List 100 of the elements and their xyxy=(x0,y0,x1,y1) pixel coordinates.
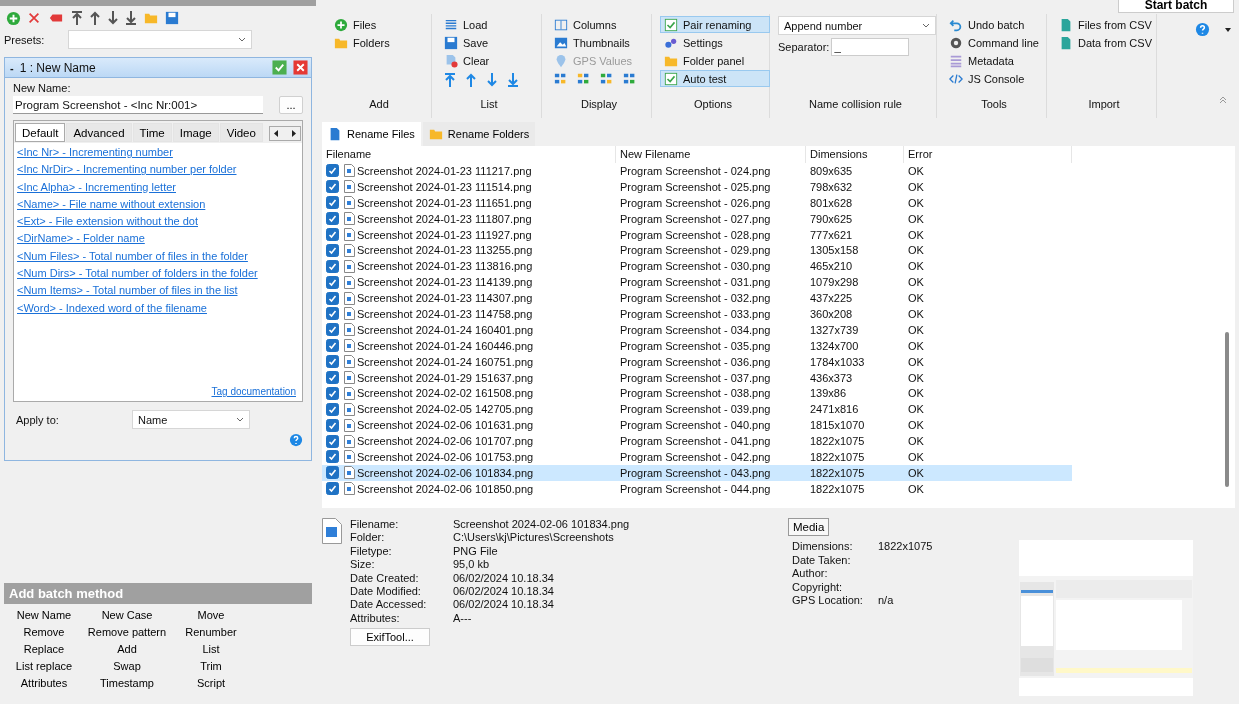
method-item[interactable]: Trim xyxy=(172,659,250,673)
row-checkbox[interactable] xyxy=(326,371,339,384)
tag-link[interactable]: <Inc NrDir> - Incrementing number per folder xyxy=(17,161,299,179)
file-row[interactable]: Screenshot 2024-01-23 113816.png Program Screenshot - 030.png 465x210 OK xyxy=(322,258,1072,275)
tab[interactable]: Advanced xyxy=(66,123,132,142)
method-item[interactable]: Remove xyxy=(6,625,82,639)
file-row[interactable]: Screenshot 2024-02-05 142705.png Program Screenshot - 039.png 2471x816 OK xyxy=(322,401,1072,418)
start-batch-button[interactable]: Start batch xyxy=(1118,0,1234,13)
ribbon-button[interactable]: Folder panel xyxy=(660,52,749,69)
file-row[interactable]: Screenshot 2024-01-23 113255.png Program Screenshot - 029.png 1305x158 OK xyxy=(322,242,1072,259)
more-button[interactable]: ... xyxy=(279,96,303,114)
ribbon-button[interactable]: Clear xyxy=(440,52,494,69)
file-row[interactable]: Screenshot 2024-01-23 111217.png Program Screenshot - 024.png 809x635 OK xyxy=(322,163,1072,179)
tab[interactable]: Media xyxy=(788,518,830,536)
apply-to-select[interactable]: Name xyxy=(132,410,250,429)
row-checkbox[interactable] xyxy=(326,466,339,480)
file-row[interactable]: Screenshot 2024-01-24 160446.png Program Screenshot - 035.png 1324x700 OK xyxy=(322,337,1072,354)
file-row[interactable]: Screenshot 2024-01-24 160751.png Program Screenshot - 036.png 1784x1033 OK xyxy=(322,353,1072,370)
file-row[interactable]: Screenshot 2024-02-06 101753.png Program Screenshot - 042.png 1822x1075 OK xyxy=(322,449,1072,465)
row-checkbox[interactable] xyxy=(326,402,339,416)
file-row[interactable]: Screenshot 2024-02-02 161508.png Program Screenshot - 038.png 139x86 OK xyxy=(322,385,1072,402)
ribbon-button[interactable]: Files from CSV xyxy=(1055,16,1156,33)
row-checkbox[interactable] xyxy=(326,323,339,337)
ribbon-button[interactable]: Save xyxy=(440,34,493,51)
file-row[interactable]: Screenshot 2024-01-23 111807.png Program Screenshot - 027.png 790x625 OK xyxy=(322,210,1072,227)
tag-link[interactable]: <Name> - File name without extension xyxy=(17,195,299,214)
row-checkbox[interactable] xyxy=(326,180,339,194)
row-checkbox[interactable] xyxy=(326,307,339,321)
ribbon-button[interactable]: Settings xyxy=(660,34,727,51)
method-item[interactable]: Remove pattern xyxy=(82,625,172,639)
separator-field[interactable]: _ xyxy=(831,38,910,56)
row-checkbox[interactable] xyxy=(326,482,339,496)
ribbon-button[interactable]: JS Console xyxy=(945,70,1029,87)
method-item[interactable]: Replace xyxy=(6,642,82,656)
exiftool-button[interactable]: ExifTool... xyxy=(350,627,430,646)
method-item[interactable]: Attributes xyxy=(6,676,82,690)
new-name-field[interactable]: Program Screenshot - <Inc Nr:001> xyxy=(13,96,263,114)
column-header[interactable]: Filename xyxy=(322,146,616,163)
row-checkbox[interactable] xyxy=(326,212,339,226)
file-row[interactable]: Screenshot 2024-02-06 101631.png Program Screenshot - 040.png 1815x1070 OK xyxy=(322,417,1072,434)
scrollbar-thumb[interactable] xyxy=(1225,332,1229,487)
ribbon-button[interactable]: Pair renaming xyxy=(660,16,770,33)
file-row[interactable]: Screenshot 2024-01-23 111514.png Program Screenshot - 025.png 798x632 OK xyxy=(322,178,1072,195)
file-row[interactable]: Screenshot 2024-01-23 111651.png Program Screenshot - 026.png 801x628 OK xyxy=(322,194,1072,211)
ribbon-button[interactable]: Load xyxy=(440,16,492,33)
tag-link[interactable]: <Num Files> - Total number of files in the folder xyxy=(17,247,299,266)
ribbon-button[interactable]: Metadata xyxy=(945,52,1018,69)
tag-link[interactable]: <Num Items> - Total number of files in the list xyxy=(17,282,299,300)
tag-link[interactable]: <Inc Nr> - Incrementing number xyxy=(17,144,299,162)
row-checkbox[interactable] xyxy=(326,291,339,305)
row-checkbox[interactable] xyxy=(326,228,339,241)
row-checkbox[interactable] xyxy=(326,386,339,400)
row-checkbox[interactable] xyxy=(326,450,339,464)
method-item[interactable]: New Case xyxy=(82,608,172,622)
row-checkbox[interactable] xyxy=(326,196,339,210)
tag-link[interactable]: <DirName> - Folder name xyxy=(17,230,299,248)
tag-link[interactable]: <Word> - Indexed word of the filename xyxy=(17,299,299,317)
method-item[interactable]: List replace xyxy=(6,659,82,673)
tab[interactable]: Image xyxy=(172,123,219,142)
column-header[interactable]: Error xyxy=(904,146,1072,163)
column-header[interactable]: New Filename xyxy=(616,146,806,163)
tab[interactable]: Video xyxy=(219,123,263,142)
file-row[interactable]: Screenshot 2024-01-23 114307.png Program Screenshot - 032.png 437x225 OK xyxy=(322,290,1072,306)
ribbon-button[interactable]: Command line xyxy=(945,34,1043,51)
collision-rule-select[interactable]: Append number xyxy=(778,16,936,35)
file-row[interactable]: Screenshot 2024-01-23 114139.png Program Screenshot - 031.png 1079x298 OK xyxy=(322,274,1072,291)
ribbon-button[interactable]: Undo batch xyxy=(945,16,1029,33)
row-checkbox[interactable] xyxy=(326,418,339,432)
ribbon-button[interactable]: Folders xyxy=(330,34,394,51)
file-row[interactable]: Screenshot 2024-02-06 101834.png Program Screenshot - 043.png 1822x1075 OK xyxy=(322,464,1072,481)
ribbon-button[interactable]: Thumbnails xyxy=(550,34,634,51)
method-item[interactable]: Timestamp xyxy=(82,676,172,690)
row-checkbox[interactable] xyxy=(326,339,339,353)
method-item[interactable]: Move xyxy=(172,608,250,622)
file-row[interactable]: Screenshot 2024-01-23 111927.png Program Screenshot - 028.png 777x621 OK xyxy=(322,226,1072,243)
tab[interactable]: Rename Files xyxy=(322,122,421,146)
method-item[interactable]: List xyxy=(172,642,250,656)
ribbon-button[interactable]: Auto test xyxy=(660,70,770,87)
tab[interactable]: Rename Folders xyxy=(422,122,536,146)
row-checkbox[interactable] xyxy=(326,164,339,178)
tab[interactable]: Default xyxy=(15,123,66,142)
file-row[interactable]: Screenshot 2024-01-29 151637.png Program Screenshot - 037.png 436x373 OK xyxy=(322,369,1072,386)
ribbon-button[interactable]: Columns xyxy=(550,16,621,33)
row-checkbox[interactable] xyxy=(326,259,339,273)
file-row[interactable]: Screenshot 2024-01-24 160401.png Program Screenshot - 034.png 1327x739 OK xyxy=(322,321,1072,338)
row-checkbox[interactable] xyxy=(326,275,339,289)
tag-link[interactable]: <Ext> - File extension without the dot xyxy=(17,213,299,231)
ribbon-button[interactable]: Data from CSV xyxy=(1055,34,1156,51)
file-row[interactable]: Screenshot 2024-01-23 114758.png Program Screenshot - 033.png 360x208 OK xyxy=(322,306,1072,322)
tag-link[interactable]: <Inc Alpha> - Incrementing letter xyxy=(17,178,299,196)
column-header[interactable]: Dimensions xyxy=(806,146,904,163)
collapse-toggle[interactable]: - xyxy=(10,61,14,74)
file-row[interactable]: Screenshot 2024-02-06 101850.png Program Screenshot - 044.png 1822x1075 OK xyxy=(322,480,1072,497)
file-row[interactable]: Screenshot 2024-02-06 101707.png Program Screenshot - 041.png 1822x1075 OK xyxy=(322,433,1072,450)
tab[interactable]: Time xyxy=(132,123,172,142)
row-checkbox[interactable] xyxy=(326,355,339,369)
method-item[interactable]: Add xyxy=(82,642,172,656)
row-checkbox[interactable] xyxy=(326,434,339,448)
method-item[interactable]: Swap xyxy=(82,659,172,673)
method-item[interactable]: Script xyxy=(172,676,250,690)
